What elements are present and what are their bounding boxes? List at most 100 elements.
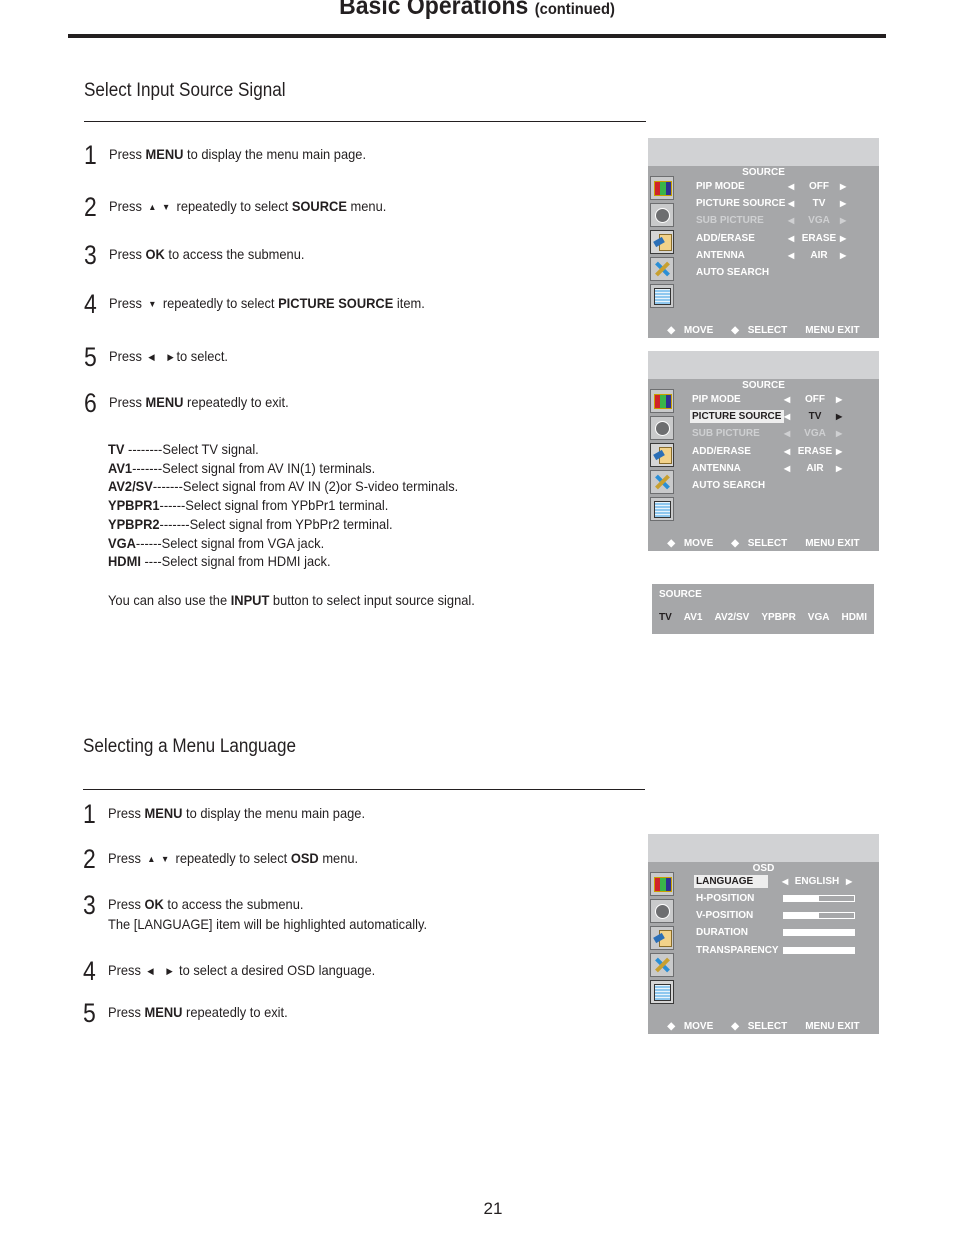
arrow-right-icon[interactable]: ▶	[836, 462, 842, 475]
arrow-right-icon[interactable]: ▶	[836, 393, 842, 406]
step-number: 5	[83, 998, 96, 1028]
signal-list: TV --------Select TV signal. AV1-------Se…	[108, 440, 458, 571]
slider-bar[interactable]	[783, 946, 855, 954]
menu-title: SOURCE	[742, 380, 785, 391]
step-text-part: menu.	[318, 850, 359, 866]
menu-row[interactable]: ANTENNA ◀ AIR ▶	[694, 249, 846, 262]
osd-icon[interactable]	[650, 284, 674, 308]
arrow-right-icon[interactable]: ▶	[836, 410, 842, 423]
menu-row-label: SUB PICTURE	[692, 428, 760, 440]
note-key: INPUT	[230, 592, 270, 608]
menu-row-slider[interactable]: TRANSPARENCY	[694, 944, 855, 957]
step-text-part: repeatedly to select	[172, 198, 292, 214]
step-key: OSD	[290, 850, 319, 866]
picture-icon[interactable]	[650, 389, 674, 413]
step-text-part: Press	[108, 962, 145, 978]
setup-icon[interactable]	[650, 257, 674, 281]
menu-row: SUB PICTURE ◀ VGA ▶	[690, 427, 842, 440]
menu-footer: ◆ MOVE ◆ SELECT MENU EXIT	[648, 538, 879, 549]
signal-item: AV2/SV-------Select signal from AV IN (2…	[108, 477, 458, 496]
signal-desc: -------Select signal from AV IN(1) termi…	[132, 459, 376, 476]
step-number: 3	[83, 890, 96, 920]
menu-row[interactable]: PIP MODE ◀ OFF ▶	[694, 180, 846, 193]
step-text-part: Press	[109, 295, 146, 311]
menu-icon-column	[650, 389, 674, 524]
menu-row-language[interactable]: LANGUAGE ◀ ENGLISH ▶	[694, 875, 852, 888]
osd-icon[interactable]	[650, 497, 674, 521]
source-option[interactable]: YPBPR	[761, 612, 795, 623]
menu-row-slider[interactable]: V-POSITION	[694, 909, 855, 922]
slider-bar[interactable]	[783, 929, 855, 937]
move-hint: ◆ MOVE	[667, 538, 714, 549]
note-text: You can also use the	[108, 592, 231, 608]
source-option[interactable]: AV1	[684, 612, 703, 623]
arrow-right-icon[interactable]: ▶	[846, 875, 852, 888]
step-number: 4	[83, 956, 96, 986]
setup-icon[interactable]	[650, 953, 674, 977]
source-icon[interactable]	[650, 230, 674, 254]
step-text: Press ▲ ▼ repeatedly to select SOURCE men…	[109, 198, 386, 214]
menu-row-label: AUTO SEARCH	[696, 267, 770, 278]
source-option[interactable]: HDMI	[841, 612, 867, 623]
step-text-part: repeatedly to exit.	[183, 394, 289, 410]
arrow-right-icon[interactable]: ▶	[836, 427, 842, 440]
step-text: Press ◀ ▶ to select a desired OSD langua…	[108, 962, 375, 978]
page-title-text: Basic Operations	[339, 0, 529, 20]
arrow-right-icon[interactable]: ▶	[840, 249, 846, 262]
arrow-right-icon[interactable]: ▶	[840, 180, 846, 193]
arrow-right-icon[interactable]: ▶	[840, 214, 846, 227]
picture-icon[interactable]	[650, 872, 674, 896]
step-text: Press MENU repeatedly to exit.	[109, 394, 289, 410]
menu-row[interactable]: ANTENNA ◀ AIR ▶	[690, 462, 842, 475]
arrow-left-icon: ◀	[148, 351, 155, 362]
step-text-part: item.	[393, 295, 425, 311]
exit-hint: MENU EXIT	[805, 538, 860, 549]
arrow-right-icon[interactable]: ▶	[840, 232, 846, 245]
step-number: 1	[84, 140, 97, 170]
menu-row-slider[interactable]: H-POSITION	[694, 892, 855, 905]
title-rule	[68, 34, 886, 38]
arrow-right-icon[interactable]: ▶	[836, 445, 842, 458]
source-bar-options: TV AV1 AV2/SV YPBPR VGA HDMI	[659, 612, 879, 623]
slider-bar[interactable]	[783, 912, 855, 920]
source-option[interactable]: TV	[659, 612, 672, 623]
menu-row[interactable]: PICTURE SOURCE ◀ TV ▶	[690, 410, 842, 424]
menu-row[interactable]: ADD/ERASE ◀ ERASE ▶	[690, 445, 842, 458]
arrow-left-icon: ◀	[147, 965, 154, 976]
arrow-right-icon[interactable]: ▶	[840, 197, 846, 210]
menu-row-label: PICTURE SOURCE	[690, 410, 784, 424]
step-number: 2	[84, 192, 97, 222]
sound-icon[interactable]	[650, 899, 674, 923]
source-option[interactable]: AV2/SV	[715, 612, 750, 623]
menu-row[interactable]: AUTO SEARCH	[690, 479, 784, 492]
menu-row[interactable]: PIP MODE ◀ OFF ▶	[690, 393, 842, 406]
slider-bar[interactable]	[783, 895, 855, 902]
menu-row-slider[interactable]: DURATION	[694, 926, 855, 939]
menu-row[interactable]: PICTURE SOURCE ◀ TV ▶	[694, 197, 846, 210]
step-text-part: Press	[109, 146, 146, 162]
step-key: MENU	[144, 805, 183, 821]
source-option[interactable]: VGA	[808, 612, 830, 623]
step-text: Press MENU to display the menu main page…	[108, 805, 365, 821]
signal-desc: --------Select TV signal.	[124, 441, 259, 457]
step-text-part: to access the submenu.	[163, 896, 304, 912]
arrow-right-icon: ▶	[166, 965, 173, 976]
step-text: Press ▼ repeatedly to select PICTURE SOU…	[109, 295, 425, 311]
osd-icon[interactable]	[650, 980, 674, 1004]
menu-row[interactable]: ADD/ERASE ◀ ERASE ▶	[694, 232, 846, 245]
sound-icon[interactable]	[650, 416, 674, 440]
step-number: 6	[84, 388, 97, 418]
step-key: MENU	[144, 1004, 183, 1020]
menu-row[interactable]: AUTO SEARCH	[694, 266, 788, 279]
source-icon[interactable]	[650, 926, 674, 950]
menu-header-band	[648, 834, 879, 862]
page-title: Basic Operations (continued)	[38, 0, 916, 21]
step-text-part: Press	[109, 198, 146, 214]
select-hint: ◆ SELECT	[731, 538, 788, 549]
source-icon[interactable]	[650, 443, 674, 467]
setup-icon[interactable]	[650, 470, 674, 494]
picture-icon[interactable]	[650, 176, 674, 200]
move-hint: ◆ MOVE	[667, 1021, 714, 1032]
step-number: 3	[84, 240, 97, 270]
sound-icon[interactable]	[650, 203, 674, 227]
